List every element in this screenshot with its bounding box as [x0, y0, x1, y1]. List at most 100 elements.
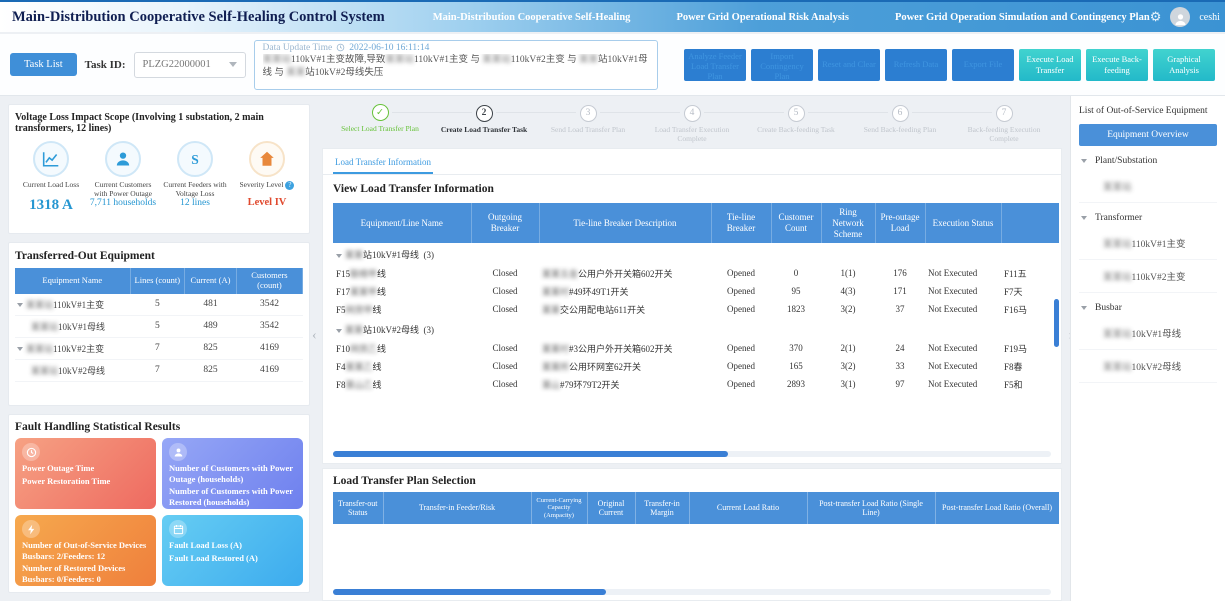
toolbar-button[interactable]: Reset and Clear	[818, 49, 880, 81]
extra-cell: F5和	[1001, 375, 1059, 393]
redacted-text: 某某	[345, 250, 363, 260]
line-name-cell: F5网货甲线	[333, 300, 471, 318]
table-row[interactable]: F8某山乙线Closed某山#79环79T2开关Opened28933(1)97…	[333, 375, 1059, 393]
text: 公用环网室62开关	[569, 362, 641, 372]
tree-section-0[interactable]: Plant/Substation	[1079, 146, 1217, 170]
stat-card-0: Power Outage TimePower Restoration Time	[15, 438, 156, 509]
column-header: Transfer-in Feeder/Risk	[383, 492, 531, 524]
step-4: 4Load Transfer Execution Complete	[640, 102, 744, 143]
caret-down-icon[interactable]	[1081, 216, 1087, 220]
pre-outage-load-cell: 37	[875, 300, 925, 318]
tree-section-2[interactable]: Busbar	[1079, 293, 1217, 317]
plan-selection-title: Load Transfer Plan Selection	[333, 475, 1051, 487]
caret-down-icon[interactable]	[1081, 306, 1087, 310]
step-circle: 4	[684, 105, 701, 122]
customer-count-cell: 0	[771, 264, 821, 282]
tree-section-1[interactable]: Transformer	[1079, 203, 1217, 227]
plan-selection-table: Transfer-out StatusTransfer-in Feeder/Ri…	[333, 492, 1060, 524]
redacted-text: 某某村	[542, 287, 569, 297]
customer-count-cell: 165	[771, 357, 821, 375]
redacted-text: 某某甲	[350, 287, 377, 297]
text: F10	[336, 344, 350, 354]
toolbar-button[interactable]: Graphical Analysis	[1153, 49, 1215, 81]
tree-item[interactable]: 某某站10kV#2母线	[1079, 350, 1217, 383]
table-row[interactable]: F10网货乙线Closed某某村#3公用户外开关箱602开关Opened3702…	[333, 339, 1059, 357]
caret-down-icon[interactable]	[336, 254, 342, 258]
caret-down-icon[interactable]	[1081, 159, 1087, 163]
tie-breaker-desc-cell: 某某五金公用户外开关箱602开关	[539, 264, 711, 282]
column-header: Outgoing Breaker	[471, 203, 539, 243]
tree-item[interactable]: 某某站110kV#2主变	[1079, 260, 1217, 293]
toolbar-button[interactable]: Import Contingency Plan	[751, 49, 813, 81]
caret-down-icon[interactable]	[17, 303, 23, 307]
vertical-scrollbar-thumb[interactable]	[1054, 299, 1059, 347]
toolbar-button[interactable]: Execute Load Transfer	[1019, 49, 1081, 81]
horizontal-scrollbar[interactable]	[333, 589, 1051, 595]
fault-description-box: Data Update Time 2022-06-10 16:11:14 某某站…	[254, 40, 658, 90]
group-row[interactable]: 某某站10kV#1母线 (3)	[333, 243, 1059, 264]
ring-scheme-cell: 3(2)	[821, 300, 875, 318]
settings-gear-icon[interactable]: ⚙	[1150, 9, 1162, 25]
lines-count-cell: 7	[130, 359, 185, 381]
task-id-value: PLZG22000001	[143, 59, 211, 70]
out-of-service-title: List of Out-of-Service Equipment	[1079, 102, 1217, 124]
voltage-loss-impact-card: Voltage Loss Impact Scope (Involving 1 s…	[8, 104, 310, 234]
equipment-overview-button[interactable]: Equipment Overview	[1079, 124, 1217, 146]
app-title: Main-Distribution Cooperative Self-Heali…	[0, 9, 385, 26]
redacted-text: 某某所	[542, 362, 569, 372]
data-update-header: Data Update Time 2022-06-10 16:11:14	[263, 43, 649, 53]
outgoing-breaker-cell: Closed	[471, 357, 539, 375]
step-1: ✓Select Load Transfer Plan	[328, 102, 432, 143]
pre-outage-load-cell: 97	[875, 375, 925, 393]
table-row[interactable]: 某某站110kV#1主变54813542	[15, 294, 303, 316]
text: F15	[336, 269, 350, 279]
nav-item-0[interactable]: Main-Distribution Cooperative Self-Heali…	[433, 12, 631, 23]
table-row[interactable]: F4某某乙线Closed某某所公用环网室62开关Opened1653(2)33N…	[333, 357, 1059, 375]
table-row[interactable]: 某某站10kV#1母线54893542	[15, 315, 303, 337]
task-list-button[interactable]: Task List	[10, 53, 77, 76]
tree-item[interactable]: 某某站110kV#1主变	[1079, 227, 1217, 260]
collapse-left-chevron[interactable]: ‹	[312, 328, 317, 344]
task-id-select[interactable]: PLZG22000001	[134, 52, 246, 78]
caret-down-icon[interactable]	[17, 347, 23, 351]
outgoing-breaker-cell: Closed	[471, 339, 539, 357]
nav-item-1[interactable]: Power Grid Operational Risk Analysis	[676, 12, 849, 23]
redacted-text: 联络甲	[350, 269, 377, 279]
lines-count-cell: 7	[130, 337, 185, 359]
redacted-text: 某某站	[1103, 273, 1132, 283]
scrollbar-thumb[interactable]	[333, 589, 606, 595]
customers-cell: 4169	[236, 337, 302, 359]
user-avatar[interactable]	[1170, 7, 1190, 27]
table-row[interactable]: F15联络甲线Closed某某五金公用户外开关箱602开关Opened01(1)…	[333, 264, 1059, 282]
tree-item[interactable]: 某某站10kV#1母线	[1079, 317, 1217, 350]
transferred-out-title: Transferred-Out Equipment	[15, 250, 303, 262]
toolbar-button[interactable]: Refresh Data	[885, 49, 947, 81]
table-row[interactable]: 某某站110kV#2主变78254169	[15, 337, 303, 359]
table-row[interactable]: F5网货甲线Closed某某交公用配电站611开关Opened18233(2)3…	[333, 300, 1059, 318]
horizontal-scrollbar[interactable]	[333, 451, 1051, 457]
severity-icon	[249, 141, 285, 177]
tree-item[interactable]: 某某站	[1079, 170, 1217, 203]
caret-down-icon[interactable]	[336, 329, 342, 333]
table-row[interactable]: F17某某甲线Closed某某村#49环49T1开关Opened954(3)17…	[333, 282, 1059, 300]
scrollbar-thumb[interactable]	[333, 451, 728, 457]
tie-breaker-cell: Opened	[711, 300, 771, 318]
table-row[interactable]: 某某站10kV#2母线78254169	[15, 359, 303, 381]
tab-load-transfer-information[interactable]: Load Transfer Information	[333, 153, 433, 174]
toolbar-button[interactable]: Export File	[952, 49, 1014, 81]
column-header: Current Load Ratio	[689, 492, 807, 524]
execution-status-cell: Not Executed	[925, 264, 1001, 282]
help-icon[interactable]: ?	[285, 181, 294, 190]
toolbar-button[interactable]: Execute Back-feeding	[1086, 49, 1148, 81]
toolbar-button[interactable]: Analyze Feeder Load Transfer Plan	[684, 49, 746, 81]
metric-label: Current Load Loss	[15, 180, 87, 197]
redacted-text: 某某站	[1103, 183, 1132, 193]
fault-description-textarea[interactable]: 某某站110kV#1主变故障,导致某某站110kV#1主变 与 某某站110kV…	[263, 54, 649, 84]
column-header: Post-transfer Load Ratio (Overall)	[935, 492, 1059, 524]
group-row[interactable]: 某某站10kV#2母线 (3)	[333, 318, 1059, 339]
nav-item-2[interactable]: Power Grid Operation Simulation and Cont…	[895, 12, 1150, 23]
fault-text-segment: 某某站	[482, 55, 511, 65]
fault-text-segment: 某某站	[263, 55, 292, 65]
redacted-text: 某某	[542, 305, 560, 315]
redacted-text: 某某	[345, 325, 363, 335]
